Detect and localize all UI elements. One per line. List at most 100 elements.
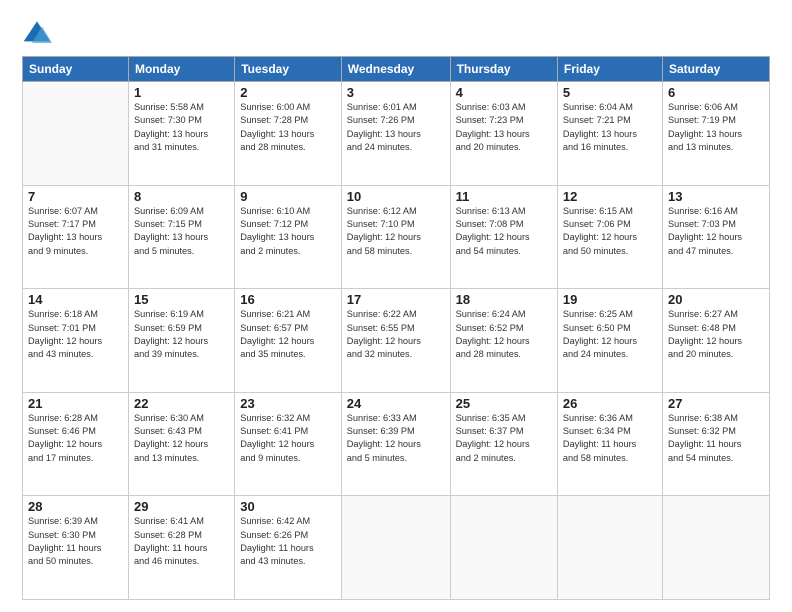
logo-icon [22, 18, 52, 48]
day-cell-25: 25Sunrise: 6:35 AM Sunset: 6:37 PM Dayli… [450, 392, 557, 496]
day-info: Sunrise: 6:35 AM Sunset: 6:37 PM Dayligh… [456, 412, 552, 465]
day-info: Sunrise: 6:39 AM Sunset: 6:30 PM Dayligh… [28, 515, 123, 568]
day-number: 26 [563, 396, 657, 411]
logo [22, 18, 56, 48]
day-number: 5 [563, 85, 657, 100]
day-cell-20: 20Sunrise: 6:27 AM Sunset: 6:48 PM Dayli… [662, 289, 769, 393]
day-info: Sunrise: 6:13 AM Sunset: 7:08 PM Dayligh… [456, 205, 552, 258]
day-number: 14 [28, 292, 123, 307]
empty-cell [557, 496, 662, 600]
day-cell-17: 17Sunrise: 6:22 AM Sunset: 6:55 PM Dayli… [341, 289, 450, 393]
day-info: Sunrise: 6:38 AM Sunset: 6:32 PM Dayligh… [668, 412, 764, 465]
day-number: 24 [347, 396, 445, 411]
day-number: 28 [28, 499, 123, 514]
day-number: 20 [668, 292, 764, 307]
day-cell-10: 10Sunrise: 6:12 AM Sunset: 7:10 PM Dayli… [341, 185, 450, 289]
day-info: Sunrise: 6:22 AM Sunset: 6:55 PM Dayligh… [347, 308, 445, 361]
day-info: Sunrise: 6:25 AM Sunset: 6:50 PM Dayligh… [563, 308, 657, 361]
day-cell-30: 30Sunrise: 6:42 AM Sunset: 6:26 PM Dayli… [235, 496, 342, 600]
day-number: 18 [456, 292, 552, 307]
day-info: Sunrise: 6:36 AM Sunset: 6:34 PM Dayligh… [563, 412, 657, 465]
day-number: 25 [456, 396, 552, 411]
day-number: 11 [456, 189, 552, 204]
day-cell-6: 6Sunrise: 6:06 AM Sunset: 7:19 PM Daylig… [662, 82, 769, 186]
weekday-header-sunday: Sunday [23, 57, 129, 82]
day-cell-27: 27Sunrise: 6:38 AM Sunset: 6:32 PM Dayli… [662, 392, 769, 496]
day-cell-16: 16Sunrise: 6:21 AM Sunset: 6:57 PM Dayli… [235, 289, 342, 393]
day-number: 23 [240, 396, 336, 411]
day-number: 29 [134, 499, 229, 514]
day-cell-12: 12Sunrise: 6:15 AM Sunset: 7:06 PM Dayli… [557, 185, 662, 289]
empty-cell [450, 496, 557, 600]
day-info: Sunrise: 6:15 AM Sunset: 7:06 PM Dayligh… [563, 205, 657, 258]
day-info: Sunrise: 6:00 AM Sunset: 7:28 PM Dayligh… [240, 101, 336, 154]
day-cell-29: 29Sunrise: 6:41 AM Sunset: 6:28 PM Dayli… [128, 496, 234, 600]
day-cell-2: 2Sunrise: 6:00 AM Sunset: 7:28 PM Daylig… [235, 82, 342, 186]
day-info: Sunrise: 6:04 AM Sunset: 7:21 PM Dayligh… [563, 101, 657, 154]
day-cell-14: 14Sunrise: 6:18 AM Sunset: 7:01 PM Dayli… [23, 289, 129, 393]
empty-cell [23, 82, 129, 186]
day-cell-9: 9Sunrise: 6:10 AM Sunset: 7:12 PM Daylig… [235, 185, 342, 289]
day-number: 3 [347, 85, 445, 100]
weekday-header-friday: Friday [557, 57, 662, 82]
day-info: Sunrise: 6:41 AM Sunset: 6:28 PM Dayligh… [134, 515, 229, 568]
calendar-table: SundayMondayTuesdayWednesdayThursdayFrid… [22, 56, 770, 600]
day-info: Sunrise: 6:18 AM Sunset: 7:01 PM Dayligh… [28, 308, 123, 361]
empty-cell [662, 496, 769, 600]
day-cell-3: 3Sunrise: 6:01 AM Sunset: 7:26 PM Daylig… [341, 82, 450, 186]
day-cell-26: 26Sunrise: 6:36 AM Sunset: 6:34 PM Dayli… [557, 392, 662, 496]
day-number: 7 [28, 189, 123, 204]
day-info: Sunrise: 6:24 AM Sunset: 6:52 PM Dayligh… [456, 308, 552, 361]
day-number: 1 [134, 85, 229, 100]
day-cell-4: 4Sunrise: 6:03 AM Sunset: 7:23 PM Daylig… [450, 82, 557, 186]
day-info: Sunrise: 6:30 AM Sunset: 6:43 PM Dayligh… [134, 412, 229, 465]
weekday-header-monday: Monday [128, 57, 234, 82]
day-number: 10 [347, 189, 445, 204]
day-number: 30 [240, 499, 336, 514]
day-number: 15 [134, 292, 229, 307]
day-number: 12 [563, 189, 657, 204]
empty-cell [341, 496, 450, 600]
week-row-1: 1Sunrise: 5:58 AM Sunset: 7:30 PM Daylig… [23, 82, 770, 186]
day-info: Sunrise: 5:58 AM Sunset: 7:30 PM Dayligh… [134, 101, 229, 154]
weekday-header-tuesday: Tuesday [235, 57, 342, 82]
day-number: 2 [240, 85, 336, 100]
weekday-header-saturday: Saturday [662, 57, 769, 82]
day-cell-7: 7Sunrise: 6:07 AM Sunset: 7:17 PM Daylig… [23, 185, 129, 289]
day-number: 9 [240, 189, 336, 204]
day-info: Sunrise: 6:07 AM Sunset: 7:17 PM Dayligh… [28, 205, 123, 258]
week-row-3: 14Sunrise: 6:18 AM Sunset: 7:01 PM Dayli… [23, 289, 770, 393]
day-cell-24: 24Sunrise: 6:33 AM Sunset: 6:39 PM Dayli… [341, 392, 450, 496]
day-cell-5: 5Sunrise: 6:04 AM Sunset: 7:21 PM Daylig… [557, 82, 662, 186]
day-cell-28: 28Sunrise: 6:39 AM Sunset: 6:30 PM Dayli… [23, 496, 129, 600]
day-cell-21: 21Sunrise: 6:28 AM Sunset: 6:46 PM Dayli… [23, 392, 129, 496]
day-info: Sunrise: 6:06 AM Sunset: 7:19 PM Dayligh… [668, 101, 764, 154]
day-info: Sunrise: 6:28 AM Sunset: 6:46 PM Dayligh… [28, 412, 123, 465]
weekday-header-thursday: Thursday [450, 57, 557, 82]
day-info: Sunrise: 6:19 AM Sunset: 6:59 PM Dayligh… [134, 308, 229, 361]
day-cell-11: 11Sunrise: 6:13 AM Sunset: 7:08 PM Dayli… [450, 185, 557, 289]
day-info: Sunrise: 6:27 AM Sunset: 6:48 PM Dayligh… [668, 308, 764, 361]
weekday-header-wednesday: Wednesday [341, 57, 450, 82]
page: SundayMondayTuesdayWednesdayThursdayFrid… [0, 0, 792, 612]
header [22, 18, 770, 48]
day-number: 13 [668, 189, 764, 204]
day-info: Sunrise: 6:01 AM Sunset: 7:26 PM Dayligh… [347, 101, 445, 154]
day-number: 19 [563, 292, 657, 307]
day-number: 4 [456, 85, 552, 100]
day-number: 27 [668, 396, 764, 411]
day-info: Sunrise: 6:21 AM Sunset: 6:57 PM Dayligh… [240, 308, 336, 361]
day-cell-1: 1Sunrise: 5:58 AM Sunset: 7:30 PM Daylig… [128, 82, 234, 186]
day-info: Sunrise: 6:12 AM Sunset: 7:10 PM Dayligh… [347, 205, 445, 258]
day-cell-22: 22Sunrise: 6:30 AM Sunset: 6:43 PM Dayli… [128, 392, 234, 496]
week-row-4: 21Sunrise: 6:28 AM Sunset: 6:46 PM Dayli… [23, 392, 770, 496]
day-info: Sunrise: 6:42 AM Sunset: 6:26 PM Dayligh… [240, 515, 336, 568]
day-info: Sunrise: 6:33 AM Sunset: 6:39 PM Dayligh… [347, 412, 445, 465]
week-row-2: 7Sunrise: 6:07 AM Sunset: 7:17 PM Daylig… [23, 185, 770, 289]
day-info: Sunrise: 6:09 AM Sunset: 7:15 PM Dayligh… [134, 205, 229, 258]
week-row-5: 28Sunrise: 6:39 AM Sunset: 6:30 PM Dayli… [23, 496, 770, 600]
day-info: Sunrise: 6:03 AM Sunset: 7:23 PM Dayligh… [456, 101, 552, 154]
day-number: 22 [134, 396, 229, 411]
day-cell-23: 23Sunrise: 6:32 AM Sunset: 6:41 PM Dayli… [235, 392, 342, 496]
day-cell-18: 18Sunrise: 6:24 AM Sunset: 6:52 PM Dayli… [450, 289, 557, 393]
